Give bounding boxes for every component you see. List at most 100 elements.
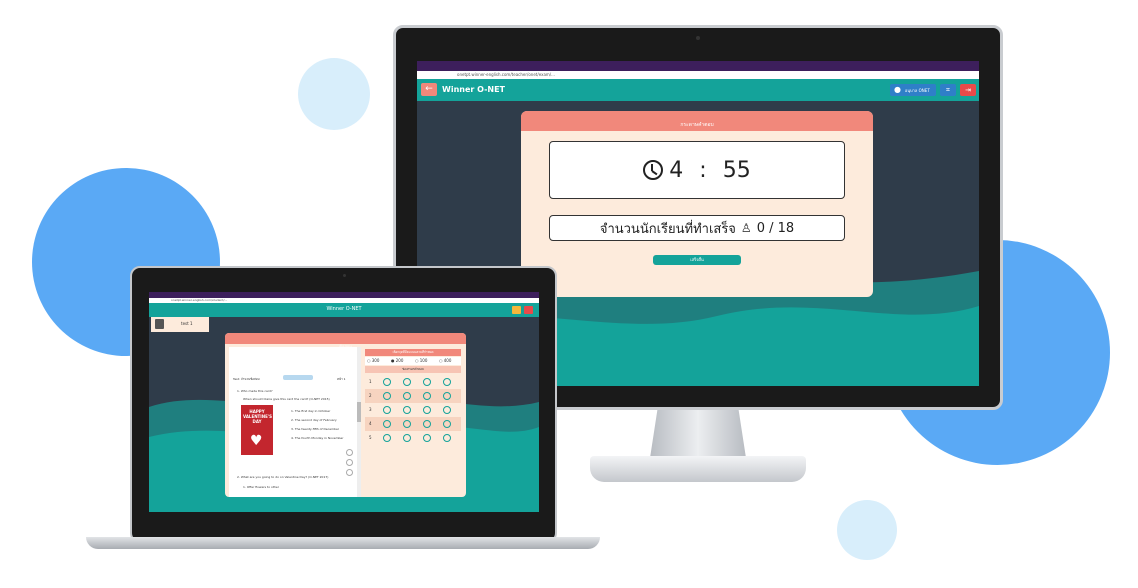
choice-3[interactable] xyxy=(423,378,431,386)
choice-2[interactable] xyxy=(403,378,411,386)
zoom-reset-icon[interactable] xyxy=(346,459,353,466)
choice-1[interactable] xyxy=(383,434,391,442)
choice-3[interactable] xyxy=(423,420,431,428)
browser-tab-bar xyxy=(417,61,979,71)
zoom-in-icon[interactable] xyxy=(346,449,353,456)
choice-1[interactable] xyxy=(383,392,391,400)
choice-4[interactable] xyxy=(443,434,451,442)
answer-row-4: 4 xyxy=(365,417,461,431)
score-options-row: ○ 300 ● 200 ○ 100 ○ 400 xyxy=(365,357,461,365)
answer-panel: เลือกจุดที่มีคะแนนตามที่กำหนด ○ 300 ● 20… xyxy=(365,349,461,459)
choice-2[interactable] xyxy=(403,420,411,428)
doc-header-left: Test: จำนวนข้อสอบ xyxy=(233,377,260,381)
webcam-dot xyxy=(696,36,700,40)
exam-card: ข้อสอบ Test: จำนวนข้อสอบ หน้า 1 1. Who m… xyxy=(225,333,466,497)
score-option-400[interactable]: ○ 400 xyxy=(439,358,451,363)
laptop-app-title: Winner O-NET xyxy=(326,306,362,312)
monitor-stand-base xyxy=(590,456,806,482)
score-option-300[interactable]: ○ 300 xyxy=(367,358,379,363)
choice-3[interactable] xyxy=(423,392,431,400)
choice-3[interactable] xyxy=(423,406,431,414)
sidebar-item-test-1[interactable]: test 1 xyxy=(151,317,209,332)
choice-4[interactable] xyxy=(443,378,451,386)
address-url[interactable]: onetpt.winner-english.com/teacher/onet/e… xyxy=(457,72,555,77)
book-icon xyxy=(155,319,164,329)
score-option-200[interactable]: ● 200 xyxy=(391,358,403,363)
question-number: 1 xyxy=(369,379,372,384)
choice-2[interactable] xyxy=(403,406,411,414)
clock-icon xyxy=(643,160,664,180)
timer-display: 4 : 55 xyxy=(549,141,845,199)
question-number: 2 xyxy=(369,393,372,398)
option-4: 4. The fourth Monday in November xyxy=(291,436,344,440)
choice-4[interactable] xyxy=(443,406,451,414)
winner-logo-icon xyxy=(283,375,313,380)
app-title: Winner O-NET xyxy=(442,85,505,94)
light-blue-bubble-top xyxy=(298,58,370,130)
monitor-stand-neck xyxy=(650,408,746,458)
report-button[interactable]: ⌗ xyxy=(940,84,956,96)
document-scrollbar[interactable] xyxy=(357,347,361,497)
option-2: 2. The second day of February xyxy=(291,418,337,422)
choice-1[interactable] xyxy=(383,420,391,428)
laptop-app-header: Winner O-NET xyxy=(149,303,539,317)
valentine-poster: HAPPY VALENTINE'S DAY ♥ xyxy=(241,405,273,455)
students-label: จำนวนนักเรียนที่ทำเสร็จ xyxy=(599,221,736,237)
user-menu-button[interactable]: ● อนุบาล ONET xyxy=(890,84,936,96)
logout-icon: ⇥ xyxy=(965,86,971,94)
question-number: 4 xyxy=(369,421,372,426)
answer-section-title: ช่องกรอกคำตอบ xyxy=(402,367,424,371)
timer-minutes: 4 xyxy=(669,157,684,183)
finish-button[interactable]: เสร็จสิ้น xyxy=(653,255,741,265)
doc-line-1: 1. Who made this card? xyxy=(237,389,273,393)
sidebar-item-label: test 1 xyxy=(181,321,193,326)
card-title: กระดาษคำตอบ xyxy=(680,122,714,128)
answer-row-2: 2 xyxy=(365,389,461,403)
choice-3[interactable] xyxy=(423,434,431,442)
answer-sheet-card: กระดาษคำตอบ 4 : 55 จำนวนนักเรียนที่ทำเสร… xyxy=(521,111,873,297)
laptop: onetpt.winner-english.com/student/... Wi… xyxy=(130,266,557,543)
choice-1[interactable] xyxy=(383,378,391,386)
question-number: 5 xyxy=(369,435,372,440)
score-panel-title: เลือกจุดที่มีคะแนนตามที่กำหนด xyxy=(392,350,434,354)
chart-icon: ⌗ xyxy=(946,86,950,94)
students-count: 0 / 18 xyxy=(756,220,795,236)
choice-4[interactable] xyxy=(443,392,451,400)
person-icon: ♙ xyxy=(740,221,752,235)
laptop-content: test 1 ข้อสอบ Test: จำนวนข้อสอบ หน้า 1 1… xyxy=(149,317,539,512)
option-3: 3. The twenty-fifth of December xyxy=(291,427,340,431)
answer-row-5: 5 xyxy=(365,431,461,445)
zoom-controls[interactable] xyxy=(346,449,354,479)
choice-1[interactable] xyxy=(383,406,391,414)
answer-section-header: ช่องกรอกคำตอบ xyxy=(365,366,461,373)
arrow-left-icon: ← xyxy=(425,84,433,94)
exam-document[interactable]: Test: จำนวนข้อสอบ หน้า 1 1. Who made thi… xyxy=(229,347,361,497)
answer-row-1: 1 xyxy=(365,375,461,389)
score-option-100[interactable]: ○ 100 xyxy=(415,358,427,363)
doc-line-question-2: 2. What are you going to do on Valentine… xyxy=(237,475,329,479)
choice-2[interactable] xyxy=(403,392,411,400)
laptop-address-url[interactable]: onetpt.winner-english.com/student/... xyxy=(171,298,227,302)
laptop-help-button[interactable] xyxy=(512,306,521,314)
timer-separator: : xyxy=(699,157,707,183)
finish-button-label: เสร็จสิ้น xyxy=(690,257,704,262)
logout-button[interactable]: ⇥ xyxy=(960,84,976,96)
timer-seconds: 55 xyxy=(722,157,751,183)
exam-card-header: ข้อสอบ xyxy=(225,333,466,349)
laptop-screen: onetpt.winner-english.com/student/... Wi… xyxy=(149,292,539,512)
score-panel-header: เลือกจุดที่มีคะแนนตามที่กำหนด xyxy=(365,349,461,356)
light-blue-bubble-bottom xyxy=(837,500,897,560)
students-completed-box: จำนวนนักเรียนที่ทำเสร็จ ♙ 0 / 18 xyxy=(549,215,845,241)
user-icon: ● xyxy=(894,85,901,94)
doc-header-right: หน้า 1 xyxy=(337,377,346,381)
choice-4[interactable] xyxy=(443,420,451,428)
laptop-webcam xyxy=(343,274,346,277)
choice-2[interactable] xyxy=(403,434,411,442)
heart-icon: ♥ xyxy=(250,433,263,449)
card-header: กระดาษคำตอบ xyxy=(521,111,873,131)
user-label: อนุบาล ONET xyxy=(905,88,930,93)
back-button[interactable]: ← xyxy=(421,83,437,96)
zoom-out-icon[interactable] xyxy=(346,469,353,476)
laptop-logout-button[interactable] xyxy=(524,306,533,314)
poster-text: HAPPY VALENTINE'S DAY xyxy=(243,409,272,424)
